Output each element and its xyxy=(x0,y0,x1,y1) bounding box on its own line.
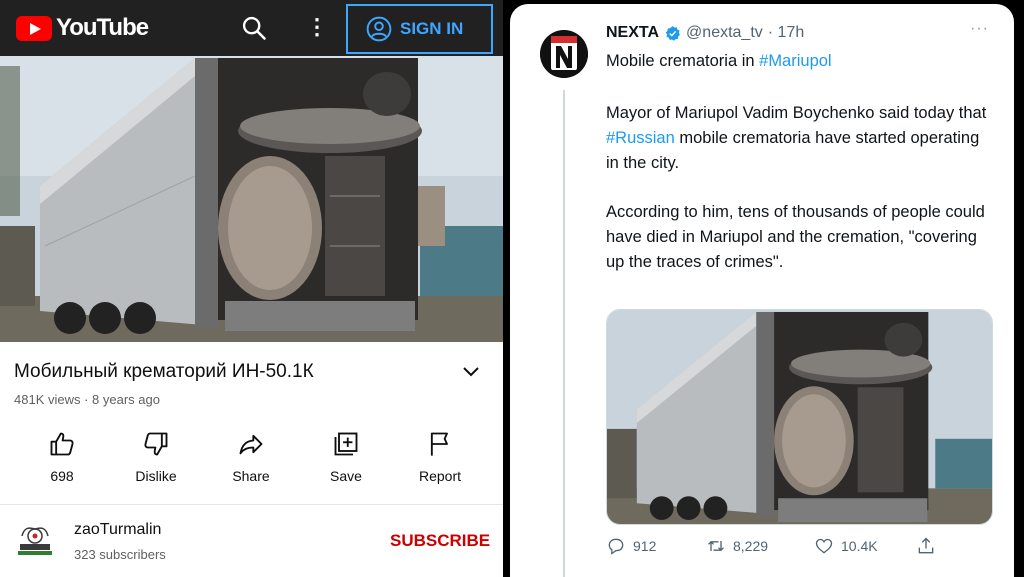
add-to-playlist-icon xyxy=(334,432,358,456)
tweet-text: Mobile crematoria in xyxy=(606,52,760,70)
retweet-count: 8,229 xyxy=(733,538,769,554)
channel-subscribers: 323 subscribers xyxy=(74,547,166,562)
like-button-tweet[interactable]: 10.4K xyxy=(814,536,878,556)
share-button-tweet[interactable] xyxy=(916,536,936,556)
more-vert-icon[interactable]: ⋮ xyxy=(306,14,328,42)
youtube-logo-text: YouTube xyxy=(56,14,149,41)
flag-icon xyxy=(430,432,448,456)
like-button[interactable]: 698 xyxy=(22,430,102,484)
tweet-photo[interactable] xyxy=(606,309,993,525)
verified-badge-icon xyxy=(665,25,680,41)
hashtag-mariupol[interactable]: #Mariupol xyxy=(759,52,831,70)
tweet-actions: 912 8,229 10.4K xyxy=(606,536,1006,562)
report-label: Report xyxy=(418,468,462,484)
author-handle[interactable]: @nexta_tv xyxy=(686,24,763,42)
youtube-play-icon xyxy=(16,15,52,41)
hashtag-russian[interactable]: #Russian xyxy=(606,129,675,147)
share-icon xyxy=(239,434,263,455)
video-meta: 481K views · 8 years ago xyxy=(14,392,160,407)
thumbs-down-icon xyxy=(144,432,168,456)
chevron-down-icon[interactable] xyxy=(461,364,481,380)
tweet-paragraph-2: Mayor of Mariupol Vadim Boychenko said t… xyxy=(606,101,996,176)
sign-in-button[interactable]: SIGN IN xyxy=(346,4,493,54)
thumbs-up-icon xyxy=(50,432,74,456)
channel-avatar[interactable] xyxy=(14,524,56,558)
tweet-line-1: Mobile crematoria in #Mariupol xyxy=(606,49,996,74)
share-button[interactable]: Share xyxy=(211,430,291,484)
divider xyxy=(0,504,503,505)
reply-count: 912 xyxy=(633,538,657,554)
dislike-button[interactable]: Dislike xyxy=(116,430,196,484)
retweet-icon xyxy=(708,540,724,552)
share-label: Share xyxy=(232,468,270,484)
share-upload-icon xyxy=(918,537,934,554)
report-button[interactable]: Report xyxy=(400,430,480,484)
account-icon xyxy=(366,16,392,42)
like-count: 698 xyxy=(50,468,74,484)
tweet-time[interactable]: · 17h xyxy=(768,24,804,42)
tweet-header: NEXTA @nexta_tv · 17h xyxy=(606,24,804,42)
subscribe-button[interactable]: SUBSCRIBE xyxy=(390,531,490,551)
reply-button[interactable]: 912 xyxy=(606,536,656,556)
search-icon[interactable] xyxy=(240,14,268,42)
nexta-avatar[interactable] xyxy=(540,30,588,78)
tweet-text: Mayor of Mariupol Vadim Boychenko said t… xyxy=(606,104,987,122)
retweet-button[interactable]: 8,229 xyxy=(706,536,768,556)
youtube-logo[interactable]: YouTube xyxy=(16,14,149,42)
video-actions: 698 Dislike Share Save Report xyxy=(0,430,503,490)
video-title[interactable]: Мобильный крематорий ИН-50.1К xyxy=(14,361,314,383)
youtube-panel: YouTube ⋮ SIGN IN Мобильный крематорий И… xyxy=(0,0,503,577)
more-icon[interactable]: ··· xyxy=(970,20,989,38)
screenshot-collage: YouTube ⋮ SIGN IN Мобильный крематорий И… xyxy=(0,0,1024,577)
tweet-panel: NEXTA @nexta_tv · 17h ··· Mobile cremato… xyxy=(510,4,1014,577)
youtube-header: YouTube ⋮ SIGN IN xyxy=(0,0,503,56)
video-thumbnail[interactable] xyxy=(0,56,503,342)
dislike-label: Dislike xyxy=(135,468,177,484)
sign-in-label: SIGN IN xyxy=(400,19,464,38)
author-name[interactable]: NEXTA xyxy=(606,24,659,42)
channel-name[interactable]: zaoTurmalin xyxy=(74,521,161,539)
save-button[interactable]: Save xyxy=(306,430,386,484)
thread-line xyxy=(563,90,565,577)
reply-icon xyxy=(608,538,624,555)
tweet-paragraph-3: According to him, tens of thousands of p… xyxy=(606,203,985,271)
heart-icon xyxy=(815,538,833,554)
like-count-tweet: 10.4K xyxy=(841,538,878,554)
save-label: Save xyxy=(330,468,362,484)
